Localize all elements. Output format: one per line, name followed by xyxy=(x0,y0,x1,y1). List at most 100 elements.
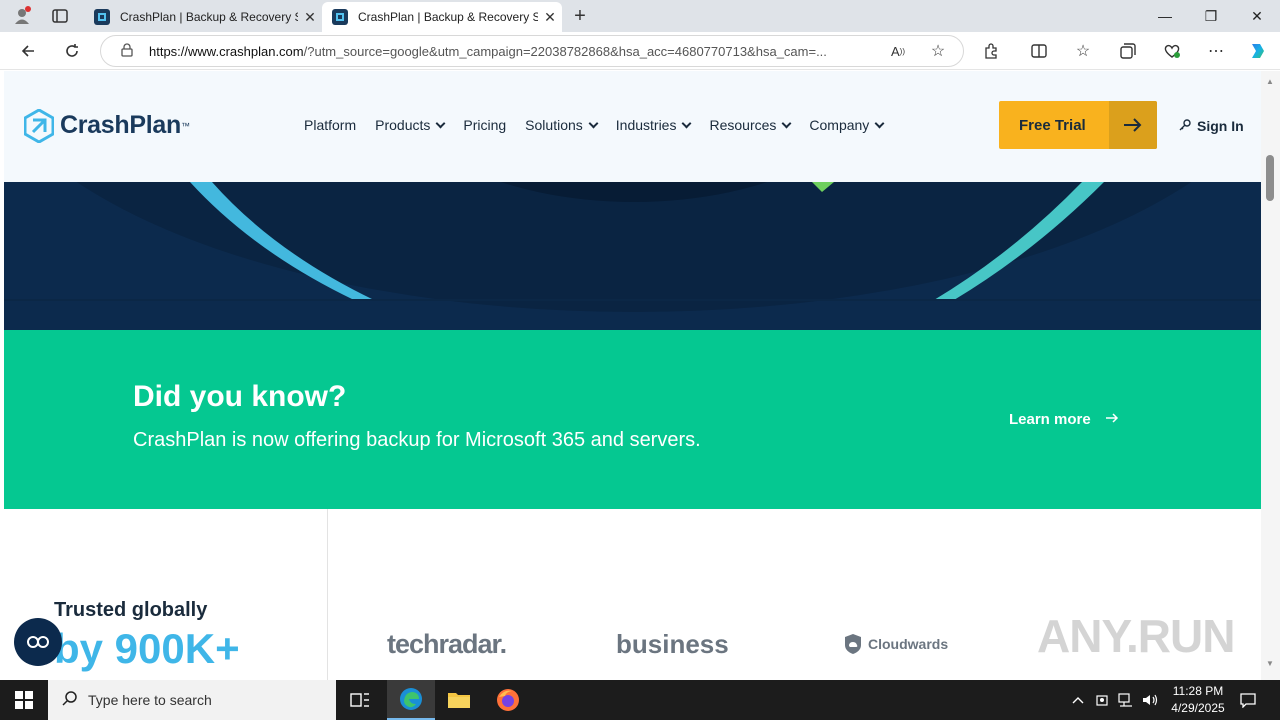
key-icon xyxy=(1179,118,1191,134)
taskbar-search[interactable]: Type here to search xyxy=(48,680,336,720)
restore-icon[interactable]: ❐ xyxy=(1188,0,1234,32)
trademark: ™ xyxy=(180,120,190,131)
nav-label: Solutions xyxy=(525,117,583,133)
banner-text: CrashPlan is now offering backup for Mic… xyxy=(133,429,701,451)
tab-actions-icon[interactable] xyxy=(46,3,74,29)
chevron-down-icon xyxy=(435,118,446,128)
collections-icon[interactable] xyxy=(1114,38,1142,64)
back-icon[interactable] xyxy=(14,38,42,64)
browser-essentials-icon[interactable] xyxy=(1158,38,1186,64)
page-scrollbar[interactable]: ▲ ▼ xyxy=(1261,71,1280,680)
free-trial-label: Free Trial xyxy=(1019,116,1086,134)
close-tab-icon[interactable]: ✕ xyxy=(298,9,322,26)
hero-graphic xyxy=(4,182,1261,330)
notifications-icon[interactable] xyxy=(1236,680,1260,720)
network-icon[interactable] xyxy=(1116,680,1136,720)
accessibility-widget-button[interactable] xyxy=(14,618,62,666)
task-view-icon[interactable] xyxy=(336,680,384,720)
close-tab-icon[interactable]: ✕ xyxy=(538,9,562,26)
banner-heading: Did you know? xyxy=(133,380,347,413)
firefox-icon[interactable] xyxy=(484,680,532,720)
tab-title: CrashPlan | Backup & Recovery S xyxy=(120,10,298,24)
arrow-right-icon xyxy=(1109,101,1157,149)
file-explorer-icon[interactable] xyxy=(435,680,483,720)
nav-industries[interactable]: Industries xyxy=(615,117,692,133)
show-hidden-icons-icon[interactable] xyxy=(1068,680,1088,720)
search-icon xyxy=(62,690,78,711)
crashplan-favicon-icon xyxy=(94,9,110,25)
press-logo-business: business xyxy=(616,629,729,659)
favorites-icon[interactable]: ☆ xyxy=(1069,38,1097,64)
chevron-down-icon xyxy=(682,118,692,128)
nav-solutions[interactable]: Solutions xyxy=(525,117,599,133)
profile-icon[interactable] xyxy=(8,3,36,29)
nav-label: Pricing xyxy=(463,117,507,133)
crashplan-logo-icon xyxy=(23,108,55,144)
accessibility-glasses-icon xyxy=(27,636,49,648)
search-placeholder: Type here to search xyxy=(88,692,212,708)
scroll-down-icon[interactable]: ▼ xyxy=(1266,659,1274,668)
sign-in-label: Sign In xyxy=(1197,118,1244,134)
trust-title: Trusted globally xyxy=(54,599,208,621)
nav-pricing[interactable]: Pricing xyxy=(463,117,506,133)
favorite-star-icon[interactable]: ☆ xyxy=(924,38,952,64)
nav-label: Resources xyxy=(709,117,777,133)
extensions-icon[interactable] xyxy=(977,38,1005,64)
page-viewport: CrashPlan ™ Platform Products Pricing So… xyxy=(4,71,1261,680)
tab-crashplan-2[interactable]: CrashPlan | Backup & Recovery S ✕ xyxy=(322,2,562,32)
browser-toolbar: https://www.crashplan.com/?utm_source=go… xyxy=(0,32,1280,70)
learn-more-label: Learn more xyxy=(1009,411,1091,428)
learn-more-link[interactable]: Learn more xyxy=(1009,411,1119,428)
minimize-icon[interactable]: — xyxy=(1142,0,1188,32)
nav-platform[interactable]: Platform xyxy=(304,117,356,133)
copilot-icon[interactable] xyxy=(1244,38,1272,64)
start-button[interactable] xyxy=(0,680,48,720)
url-path: /?utm_source=google&utm_campaign=2203878… xyxy=(303,43,827,59)
defender-tray-icon[interactable] xyxy=(1092,680,1112,720)
nav-company[interactable]: Company xyxy=(809,117,885,133)
windows-taskbar: Type here to search 11:28 PM 4/29/2025 xyxy=(0,680,1280,720)
refresh-icon[interactable] xyxy=(58,38,86,64)
nav-label: Platform xyxy=(304,117,357,133)
read-aloud-icon[interactable]: A)) xyxy=(884,38,912,64)
url-host: https://www.crashplan.com xyxy=(149,43,304,59)
nav-products[interactable]: Products xyxy=(375,117,446,133)
volume-icon[interactable] xyxy=(1140,680,1160,720)
chevron-down-icon xyxy=(781,118,792,128)
anyrun-watermark: ANY.RUN xyxy=(1037,610,1235,662)
split-screen-icon[interactable] xyxy=(1025,38,1053,64)
did-you-know-banner: Did you know? CrashPlan is now offering … xyxy=(4,330,1261,509)
press-logo-techradar: techradar. xyxy=(387,629,507,659)
lock-icon xyxy=(121,43,133,60)
free-trial-button[interactable]: Free Trial xyxy=(999,101,1157,149)
sign-in-link[interactable]: Sign In xyxy=(1179,118,1244,134)
taskbar-clock[interactable]: 11:28 PM 4/29/2025 xyxy=(1162,683,1234,717)
logo-text: CrashPlan xyxy=(60,111,181,139)
crashplan-logo[interactable]: CrashPlan ™ xyxy=(23,108,190,144)
close-window-icon[interactable]: ✕ xyxy=(1234,0,1280,32)
divider xyxy=(327,509,328,680)
press-logo-cloudwards: Cloudwards xyxy=(844,633,948,655)
scroll-up-icon[interactable]: ▲ xyxy=(1266,77,1274,86)
nav-resources[interactable]: Resources xyxy=(709,117,792,133)
chevron-down-icon xyxy=(874,118,885,128)
nav-label: Industries xyxy=(615,117,677,133)
hero-arcs-illustration xyxy=(4,182,1261,312)
crashplan-favicon-icon xyxy=(332,9,348,25)
clock-date: 4/29/2025 xyxy=(1171,701,1225,715)
main-nav: Platform Products Pricing Solutions Indu… xyxy=(304,117,902,133)
address-bar[interactable]: https://www.crashplan.com/?utm_source=go… xyxy=(100,35,964,67)
scrollbar-thumb[interactable] xyxy=(1266,155,1274,201)
windows-logo-icon xyxy=(15,691,33,709)
tab-title: CrashPlan | Backup & Recovery S xyxy=(358,10,538,24)
trust-count: by 900K+ xyxy=(54,625,240,672)
arrow-right-icon xyxy=(1105,411,1119,428)
cloudwards-label: Cloudwards xyxy=(868,636,949,652)
site-header: CrashPlan ™ Platform Products Pricing So… xyxy=(4,71,1261,182)
tab-crashplan-1[interactable]: CrashPlan | Backup & Recovery S ✕ xyxy=(84,2,322,32)
more-options-icon[interactable]: ⋯ xyxy=(1202,38,1230,64)
browser-tab-strip: CrashPlan | Backup & Recovery S ✕ CrashP… xyxy=(0,0,1280,32)
edge-taskbar-icon[interactable] xyxy=(387,680,435,720)
new-tab-icon[interactable]: + xyxy=(566,3,594,29)
cloudwards-shield-icon xyxy=(845,634,861,654)
